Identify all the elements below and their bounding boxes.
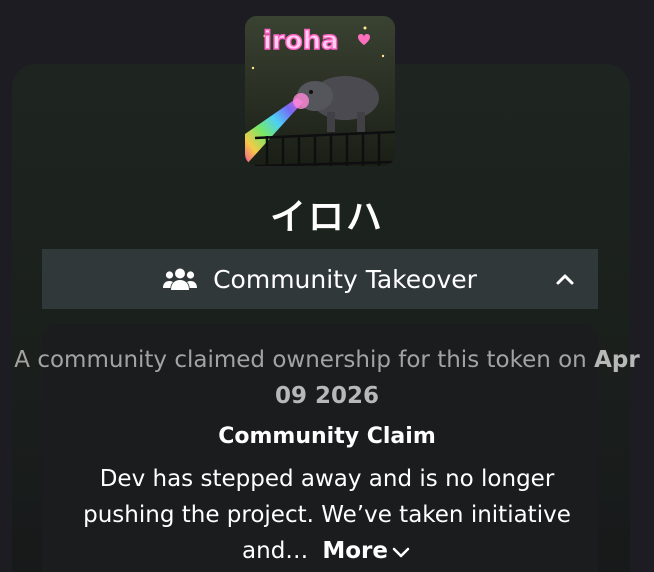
community-takeover-label: Community Takeover [213, 264, 477, 294]
claim-intro: A community claimed ownership for this t… [0, 342, 654, 414]
token-logo-image: iroha [245, 16, 395, 166]
chevron-up-icon [554, 268, 576, 290]
community-takeover-toggle[interactable]: Community Takeover [42, 249, 598, 309]
token-avatar: iroha [245, 16, 395, 166]
chevron-down-icon [392, 547, 410, 557]
more-label: More [322, 538, 388, 564]
more-button[interactable]: More [322, 538, 412, 564]
token-name: イロハ [269, 197, 384, 238]
token-page: iroha イロハ Community Takeover A community… [0, 0, 654, 572]
users-icon [163, 267, 198, 291]
claim-intro-text: A community claimed ownership for this t… [14, 347, 587, 373]
claim-description: Dev has stepped away and is no longer pu… [54, 461, 600, 569]
claim-title: Community Claim [218, 424, 436, 449]
logo-text: iroha [263, 26, 339, 56]
